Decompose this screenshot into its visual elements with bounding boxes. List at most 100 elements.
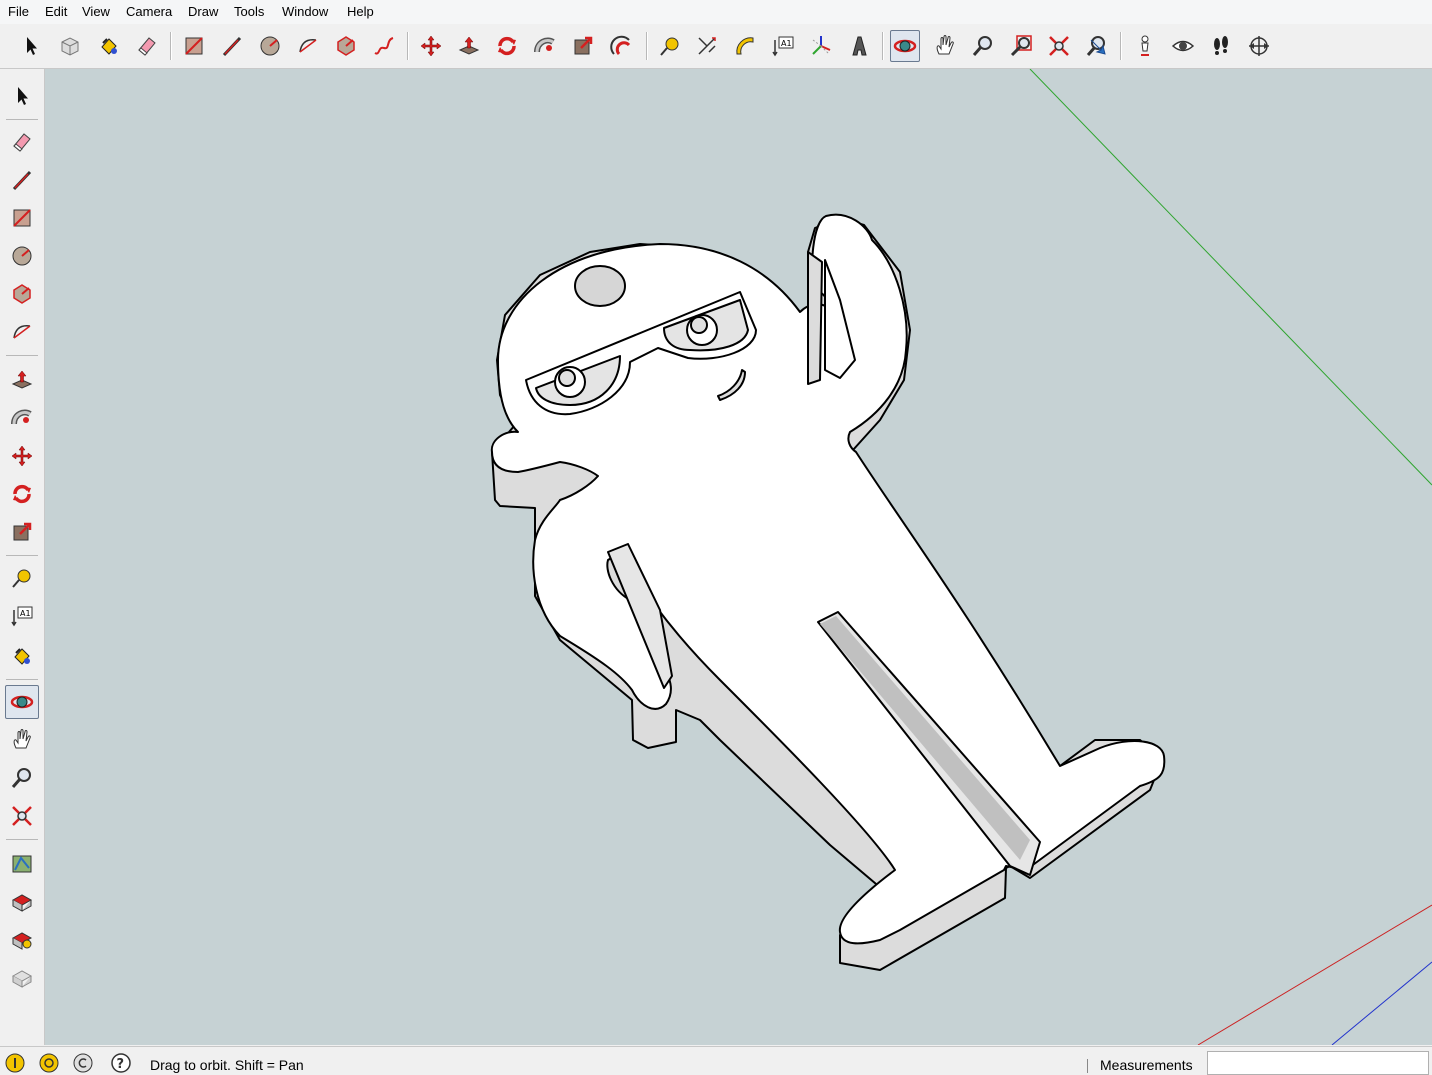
left-get-models-button[interactable]: [5, 847, 39, 881]
help-icon[interactable]: ?: [110, 1052, 132, 1074]
text-icon: A1: [11, 606, 33, 627]
rotate-button[interactable]: [492, 30, 522, 62]
measurements-input[interactable]: [1207, 1051, 1429, 1075]
look-around-button[interactable]: [1168, 30, 1198, 62]
offset-button[interactable]: [606, 30, 636, 62]
orbit-button[interactable]: [890, 30, 920, 62]
menu-help[interactable]: Help: [347, 4, 374, 19]
zoom-icon: [972, 36, 992, 56]
rectangle-button[interactable]: [179, 30, 209, 62]
push-pull-button[interactable]: [454, 30, 484, 62]
status-bar: ? Drag to orbit. Shift = Pan Measurement…: [0, 1046, 1432, 1075]
walk-button[interactable]: [1206, 30, 1236, 62]
position-camera-icon: [1141, 35, 1149, 56]
left-eraser-button[interactable]: [5, 125, 39, 159]
left-follow-me-button[interactable]: [5, 401, 39, 435]
previous-view-icon: [1086, 36, 1106, 56]
eraser-icon: [13, 133, 31, 152]
follow-me-button[interactable]: [530, 30, 560, 62]
section-plane-button[interactable]: [1244, 30, 1274, 62]
axes-icon: [812, 36, 831, 55]
rotate-icon: [498, 36, 516, 56]
left-polygon-button[interactable]: [5, 277, 39, 311]
text-button[interactable]: A1: [768, 30, 798, 62]
zoom-window-button[interactable]: [1006, 30, 1036, 62]
protractor-button[interactable]: [730, 30, 760, 62]
left-rectangle-button[interactable]: [5, 201, 39, 235]
left-rotate-button[interactable]: [5, 477, 39, 511]
orbit-icon: [10, 695, 34, 709]
left-share-model-button[interactable]: [5, 885, 39, 919]
blue-axis: [1331, 961, 1432, 1045]
move-button[interactable]: [416, 30, 446, 62]
right-eye-inner: [690, 316, 708, 334]
preview-model-icon: [11, 970, 33, 988]
left-pan-button[interactable]: [5, 723, 39, 757]
make-component-button[interactable]: [55, 30, 85, 62]
circle-button[interactable]: [255, 30, 285, 62]
rotate-icon: [13, 484, 31, 504]
left-scale-button[interactable]: [5, 515, 39, 549]
3d-model[interactable]: [490, 213, 1166, 971]
left-preview-model-button[interactable]: [5, 961, 39, 995]
left-get-photo-texture-button[interactable]: [5, 923, 39, 957]
previous-view-button[interactable]: [1082, 30, 1112, 62]
left-zoom-button[interactable]: [5, 761, 39, 795]
left-push-pull-button[interactable]: [5, 363, 39, 397]
left-zoom-extents-button[interactable]: [5, 799, 39, 833]
position-camera-button[interactable]: [1130, 30, 1160, 62]
svg-text:?: ?: [117, 1057, 125, 1072]
menu-view[interactable]: View: [82, 4, 110, 19]
polygon-button[interactable]: [331, 30, 361, 62]
line-icon: [12, 170, 32, 191]
menu-file[interactable]: File: [8, 4, 29, 19]
left-tape-measure-button[interactable]: [5, 561, 39, 595]
left-move-button[interactable]: [5, 439, 39, 473]
scale-button[interactable]: [568, 30, 598, 62]
user-icon[interactable]: [72, 1052, 94, 1074]
freehand-button[interactable]: [369, 30, 399, 62]
3d-text-button[interactable]: [844, 30, 874, 62]
eraser-button[interactable]: [132, 30, 162, 62]
follow-me-icon: [534, 37, 555, 53]
select-tool-button[interactable]: [16, 30, 46, 62]
push-pull-icon: [458, 36, 480, 55]
credits-icon[interactable]: [38, 1052, 60, 1074]
left-eye-inner: [558, 369, 576, 387]
menu-edit[interactable]: Edit: [45, 4, 67, 19]
left-line-button[interactable]: [5, 163, 39, 197]
menu-draw[interactable]: Draw: [188, 4, 218, 19]
left-text-button[interactable]: A1: [5, 599, 39, 633]
drawing-viewport[interactable]: [45, 69, 1432, 1045]
circle-icon: [260, 36, 280, 56]
arc-button[interactable]: [293, 30, 323, 62]
menu-window[interactable]: Window: [282, 4, 328, 19]
text-icon: A1: [772, 36, 794, 57]
left-orbit-button[interactable]: [5, 685, 39, 719]
tape-measure-button[interactable]: [655, 30, 685, 62]
geo-location-icon[interactable]: [4, 1052, 26, 1074]
dimensions-button[interactable]: [692, 30, 722, 62]
3d-text-icon: [852, 36, 867, 56]
left-arc-button[interactable]: [5, 315, 39, 349]
main-toolbar: A1: [0, 24, 1432, 69]
model-canvas[interactable]: [45, 69, 1432, 1045]
left-paint-bucket-button[interactable]: [5, 639, 39, 673]
paint-bucket-button[interactable]: [94, 30, 124, 62]
axes-button[interactable]: [806, 30, 836, 62]
zoom-button[interactable]: [968, 30, 998, 62]
zoom-window-icon: [1010, 35, 1032, 57]
select-icon: [27, 37, 37, 55]
line-button[interactable]: [217, 30, 247, 62]
left-circle-button[interactable]: [5, 239, 39, 273]
offset-icon: [610, 35, 631, 56]
get-photo-texture-icon: [11, 932, 33, 950]
push-pull-icon: [11, 370, 33, 389]
make-component-icon: [61, 37, 79, 56]
zoom-extents-button[interactable]: [1044, 30, 1074, 62]
pan-button[interactable]: [930, 30, 960, 62]
left-select-button[interactable]: [5, 79, 39, 113]
menu-tools[interactable]: Tools: [234, 4, 264, 19]
tape-measure-icon: [660, 37, 679, 56]
menu-camera[interactable]: Camera: [126, 4, 172, 19]
